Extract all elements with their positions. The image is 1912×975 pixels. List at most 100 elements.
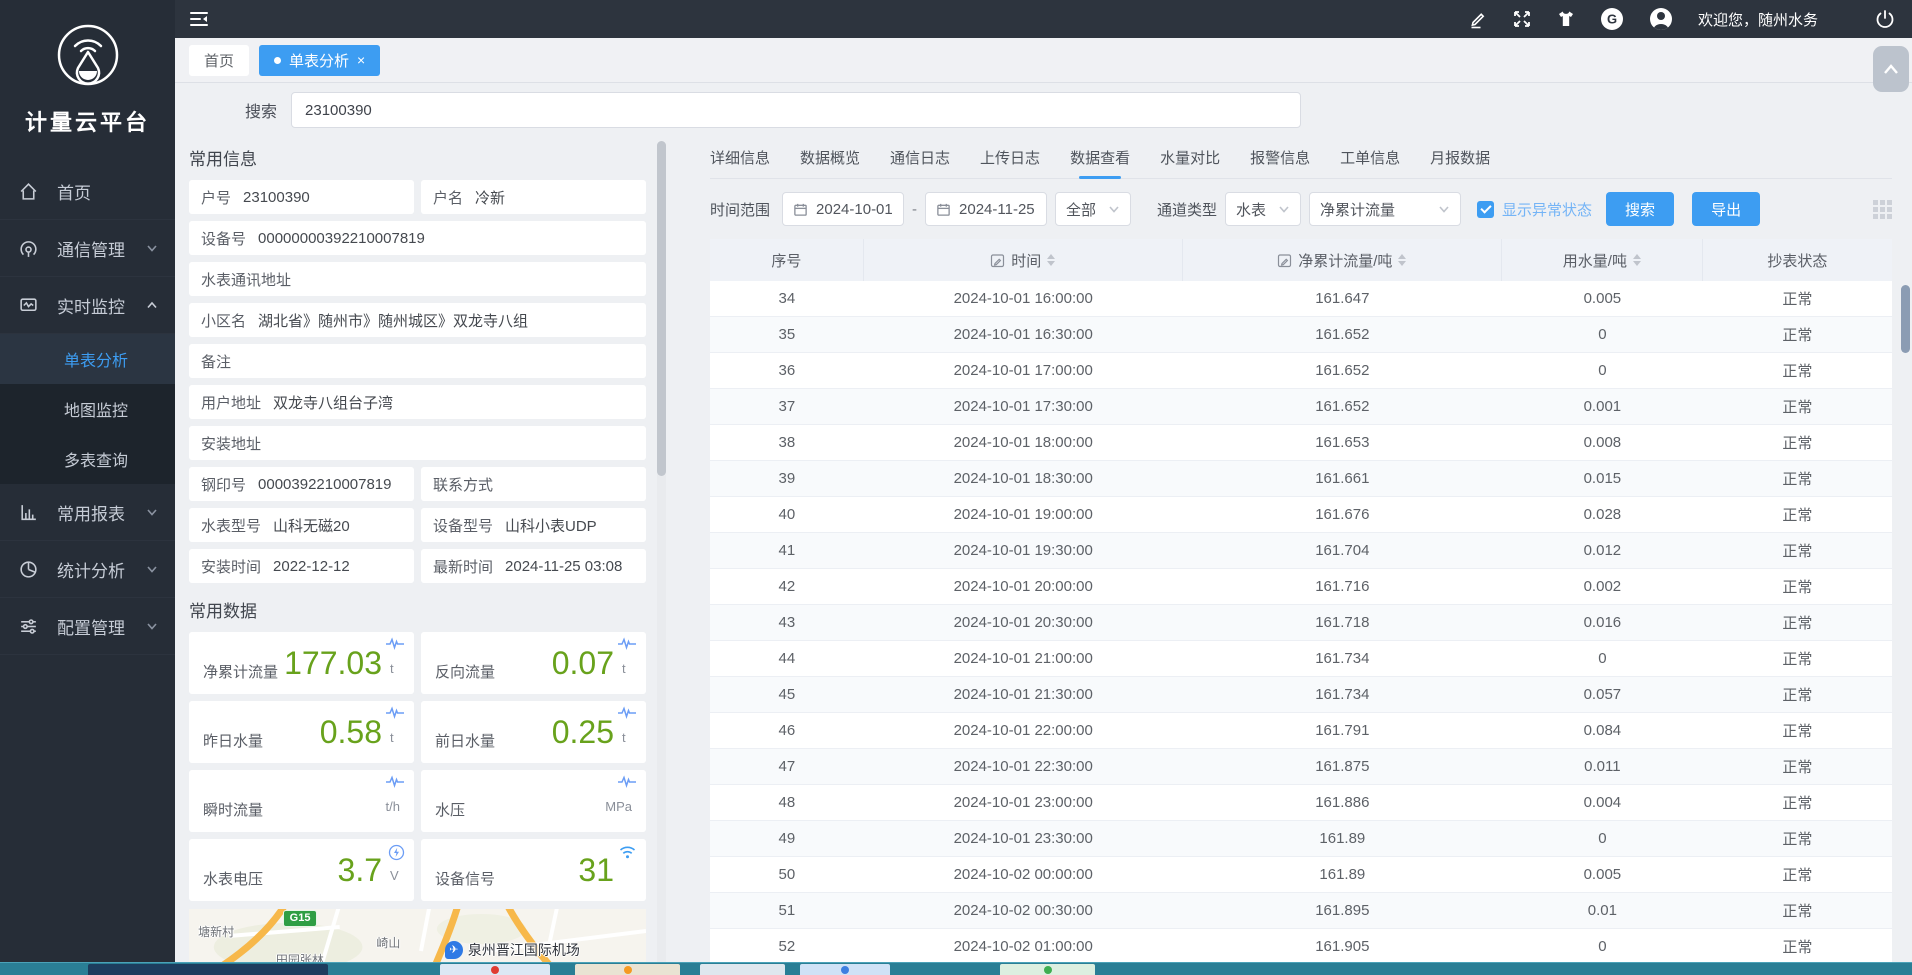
data-table: 序号时间净累计流量/吨用水量/吨抄表状态 342024-10-01 16:00:… xyxy=(710,239,1892,975)
range-select-value: 全部 xyxy=(1066,199,1096,220)
search-button[interactable]: 搜索 xyxy=(1606,192,1674,226)
taskbar-app-window[interactable] xyxy=(440,964,550,975)
edit-log-icon[interactable] xyxy=(1468,9,1488,29)
sidebar-item-label: 常用报表 xyxy=(57,500,125,525)
scroll-top-button[interactable] xyxy=(1873,46,1909,92)
sidebar-item-常用报表[interactable]: 常用报表 xyxy=(0,484,175,541)
sidebar-item-通信管理[interactable]: 通信管理 xyxy=(0,220,175,277)
sidebar-item-首页[interactable]: 首页 xyxy=(0,163,175,220)
channel-select[interactable]: 水表 xyxy=(1225,192,1301,226)
table-cell: 161.652 xyxy=(1183,326,1502,343)
range-select[interactable]: 全部 xyxy=(1055,192,1131,226)
tab-single-meter-analysis[interactable]: 单表分析 × xyxy=(259,45,380,76)
metric-select[interactable]: 净累计流量 xyxy=(1309,192,1461,226)
taskbar-app-window[interactable] xyxy=(800,964,890,975)
sidebar-item-统计分析[interactable]: 统计分析 xyxy=(0,541,175,598)
taskbar-app-window[interactable] xyxy=(88,964,328,975)
metric-card-昨日水量: 昨日水量0.58t xyxy=(189,701,414,763)
metric-card-净累计流量: 净累计流量177.03t xyxy=(189,632,414,694)
field-value: 山科小表UDP xyxy=(505,515,597,536)
airport-map-marker[interactable]: ✈ 泉州晋江国际机场 xyxy=(445,940,580,960)
detail-tab-报警信息[interactable]: 报警信息 xyxy=(1250,137,1310,178)
fullscreen-icon[interactable] xyxy=(1512,9,1532,29)
table-cell: 正常 xyxy=(1703,684,1892,705)
user-avatar-icon[interactable] xyxy=(1648,6,1674,32)
close-tab-icon[interactable]: × xyxy=(357,53,365,67)
date-to-value: 2024-11-25 xyxy=(959,201,1035,218)
topbar: G 欢迎您，随州水务 xyxy=(175,0,1912,38)
date-from-picker[interactable]: 2024-10-01 xyxy=(782,192,904,226)
detail-tab-工单信息[interactable]: 工单信息 xyxy=(1340,137,1400,178)
theme-tshirt-icon[interactable] xyxy=(1556,9,1576,29)
taskbar-app-window[interactable] xyxy=(700,964,785,975)
sidebar-subitem-多表查询[interactable]: 多表查询 xyxy=(0,434,175,484)
table-cell: 36 xyxy=(710,362,864,379)
monitor-icon xyxy=(18,295,42,316)
table-cell: 0.028 xyxy=(1502,506,1703,523)
detail-tab-label: 详细信息 xyxy=(710,147,770,168)
detail-tab-通信日志[interactable]: 通信日志 xyxy=(890,137,950,178)
column-header-用水量/吨[interactable]: 用水量/吨 xyxy=(1502,239,1703,281)
detail-tab-数据概览[interactable]: 数据概览 xyxy=(800,137,860,178)
table-cell: 2024-10-01 16:00:00 xyxy=(864,290,1183,307)
sliders-icon xyxy=(18,616,42,637)
column-header-净累计流量/吨[interactable]: 净累计流量/吨 xyxy=(1183,239,1502,281)
table-cell: 0.002 xyxy=(1502,578,1703,595)
show-abnormal-checkbox[interactable] xyxy=(1477,201,1494,218)
table-cell: 2024-10-01 19:30:00 xyxy=(864,542,1183,559)
left-panel-scrollbar[interactable] xyxy=(657,141,666,971)
table-cell: 52 xyxy=(710,938,864,955)
table-cell: 正常 xyxy=(1703,612,1892,633)
metric-value: 0.07 xyxy=(552,645,614,682)
export-button[interactable]: 导出 xyxy=(1692,192,1760,226)
search-input[interactable] xyxy=(291,92,1301,128)
taskbar-app-window[interactable] xyxy=(1000,964,1095,975)
table-row: 452024-10-01 21:30:00161.7340.057正常 xyxy=(710,677,1892,713)
logout-power-icon[interactable] xyxy=(1874,8,1896,30)
sort-carets-icon[interactable] xyxy=(1398,254,1406,266)
column-settings-grid-icon[interactable] xyxy=(1873,200,1892,219)
table-cell: 161.661 xyxy=(1183,470,1502,487)
table-row: 392024-10-01 18:30:00161.6610.015正常 xyxy=(710,461,1892,497)
table-cell: 39 xyxy=(710,470,864,487)
metric-value: 0.58 xyxy=(320,714,382,751)
detail-tab-label: 工单信息 xyxy=(1340,147,1400,168)
detail-tab-月报数据[interactable]: 月报数据 xyxy=(1430,137,1490,178)
column-header-label: 净累计流量/吨 xyxy=(1298,250,1392,271)
sort-carets-icon[interactable] xyxy=(1047,254,1055,266)
os-taskbar[interactable] xyxy=(0,962,1912,975)
table-row: 502024-10-02 00:00:00161.890.005正常 xyxy=(710,857,1892,893)
taskbar-app-window[interactable] xyxy=(575,964,680,975)
detail-tab-数据查看[interactable]: 数据查看 xyxy=(1070,137,1130,178)
table-cell: 161.718 xyxy=(1183,614,1502,631)
edit-column-icon[interactable] xyxy=(1277,253,1292,268)
chevron-down-icon xyxy=(145,619,159,633)
edit-column-icon[interactable] xyxy=(990,253,1005,268)
collapse-menu-icon[interactable] xyxy=(187,7,211,31)
column-header-时间[interactable]: 时间 xyxy=(864,239,1183,281)
detail-tab-详细信息[interactable]: 详细信息 xyxy=(710,137,770,178)
table-cell: 43 xyxy=(710,614,864,631)
left-panel-scrollbar-thumb[interactable] xyxy=(657,141,666,476)
calendar-icon xyxy=(793,202,808,217)
info-field-最新时间: 最新时间2024-11-25 03:08 xyxy=(421,549,646,583)
sidebar-item-配置管理[interactable]: 配置管理 xyxy=(0,598,175,655)
detail-tab-label: 报警信息 xyxy=(1250,147,1310,168)
table-row: 362024-10-01 17:00:00161.6520正常 xyxy=(710,353,1892,389)
chevron-up-icon xyxy=(145,298,159,312)
meter-info-panel: 常用信息 户号23100390户名冷新设备号000000003922100078… xyxy=(175,137,672,975)
window-scrollbar-thumb[interactable] xyxy=(1901,285,1910,353)
sidebar-subitem-单表分析[interactable]: 单表分析 xyxy=(0,334,175,384)
sidebar-subitem-地图监控[interactable]: 地图监控 xyxy=(0,384,175,434)
detail-tab-水量对比[interactable]: 水量对比 xyxy=(1160,137,1220,178)
date-to-picker[interactable]: 2024-11-25 xyxy=(925,192,1047,226)
show-abnormal-label[interactable]: 显示异常状态 xyxy=(1502,199,1592,220)
google-account-icon[interactable]: G xyxy=(1600,7,1624,31)
detail-tab-上传日志[interactable]: 上传日志 xyxy=(980,137,1040,178)
table-cell: 161.704 xyxy=(1183,542,1502,559)
tab-home[interactable]: 首页 xyxy=(189,45,249,76)
sort-carets-icon[interactable] xyxy=(1633,254,1641,266)
field-label: 最新时间 xyxy=(433,556,493,577)
table-cell: 2024-10-01 16:30:00 xyxy=(864,326,1183,343)
sidebar-item-实时监控[interactable]: 实时监控 xyxy=(0,277,175,334)
